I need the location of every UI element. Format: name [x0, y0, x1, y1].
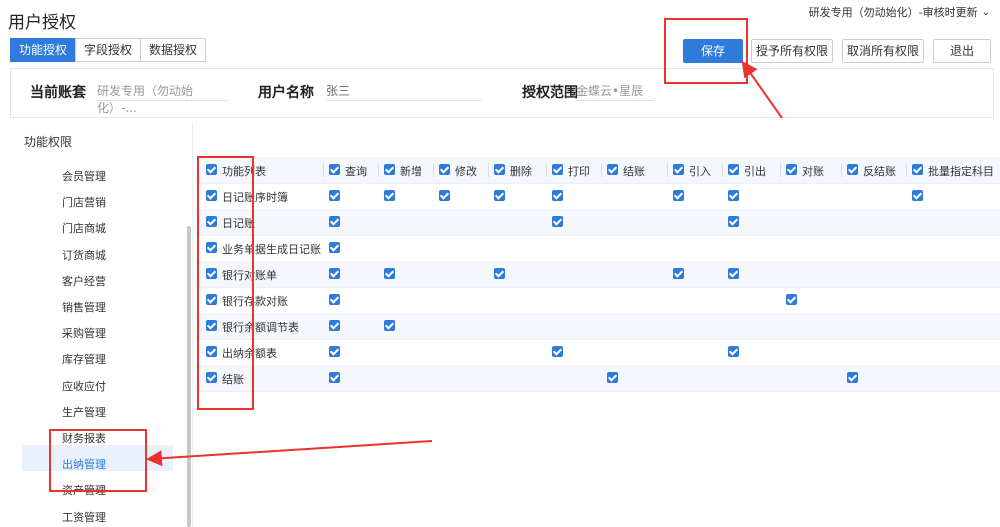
annotation-arrows — [146, 60, 783, 467]
arrow-to-cashier — [146, 440, 433, 467]
arrow-to-save — [741, 60, 783, 119]
